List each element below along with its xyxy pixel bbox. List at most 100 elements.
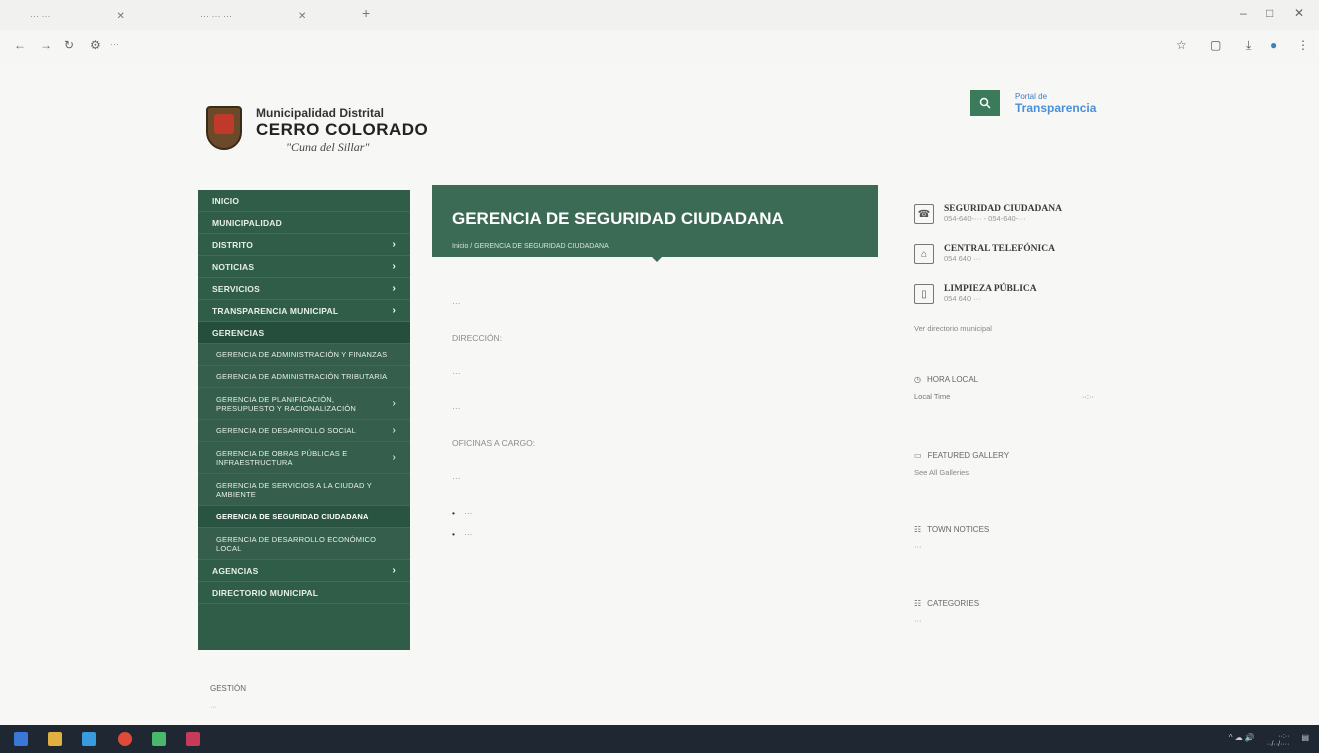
sidebar-item-municipalidad[interactable]: MUNICIPALIDAD — [198, 212, 410, 234]
breadcrumb[interactable]: Inicio / GERENCIA DE SEGURIDAD CIUDADANA — [452, 243, 609, 250]
close-tab-icon[interactable]: ✕ — [298, 11, 306, 22]
direccion-label: DIRECCIÓN: — [452, 333, 503, 343]
forward-icon[interactable]: → — [40, 38, 52, 52]
content-header: GERENCIA DE SEGURIDAD CIUDADANA Inicio /… — [432, 185, 878, 262]
oficinas-label: OFICINAS A CARGO: — [452, 438, 536, 448]
tray-icons[interactable]: ^ ☁ 🔊 — [1229, 733, 1255, 749]
sidebar-item-servicios[interactable]: SERVICIOS › — [198, 278, 410, 300]
logo-line2: CERRO COLORADO — [256, 119, 429, 139]
url-input[interactable]: ··· — [110, 39, 119, 49]
tab-label: ··· ··· ··· — [200, 11, 232, 21]
close-window-icon[interactable]: ✕ — [1294, 6, 1304, 20]
address-bar-row: ← → ↻ ⚙ ··· ☆ ▢ ⤓ ● ⋮ — [0, 30, 1319, 62]
clock[interactable]: ··:·· ··/··/···· — [1267, 733, 1290, 749]
categories-title: ☷ CATEGORIES — [914, 599, 980, 608]
sidebar-subitem[interactable]: GERENCIA DE SERVICIOS A LA CIUDAD Y AMBI… — [198, 474, 410, 506]
sidebar-subitem[interactable]: GERENCIA DE ADMINISTRACIÓN TRIBUTARIA — [198, 366, 410, 388]
chevron-right-icon: › — [392, 261, 396, 272]
directory-link[interactable]: Ver directorio municipal — [914, 324, 1144, 333]
file-explorer-icon[interactable] — [48, 732, 62, 746]
sidebar-item-distrito[interactable]: DISTRITO › — [198, 234, 410, 256]
description-paragraph: ··· — [452, 298, 461, 308]
os-taskbar: ^ ☁ 🔊 ··:·· ··/··/···· ▤ — [0, 725, 1319, 753]
sidebar-item-noticias[interactable]: NOTICIAS › — [198, 256, 410, 278]
horario-value: ··· — [452, 403, 461, 413]
local-time-row: Local Time ··:·· — [914, 392, 1094, 401]
logo-line3: "Cuna del Sillar" — [286, 139, 370, 154]
trash-icon: ▯ — [914, 284, 934, 304]
maximize-icon[interactable]: □ — [1266, 6, 1273, 20]
notification-icon[interactable]: ▤ — [1301, 733, 1309, 749]
transparency-small: Portal de — [1015, 92, 1048, 101]
building-icon: ⌂ — [914, 244, 934, 264]
search-icon — [979, 97, 991, 109]
start-icon[interactable] — [14, 732, 28, 746]
gallery-icon: ▭ — [914, 451, 922, 460]
gestion-title: GESTIÓN — [210, 684, 247, 693]
contact-limpieza[interactable]: ▯ LIMPIEZA PÚBLICA 054 640 ··· — [914, 284, 1144, 304]
sidebar-subitem[interactable]: GERENCIA DE PLANIFICACIÓN, PRESUPUESTO Y… — [198, 388, 410, 420]
phone-icon: ☎ — [914, 204, 934, 224]
menu-dots-icon[interactable]: ⋮ — [1297, 38, 1309, 52]
oficinas-sub: ··· — [452, 473, 461, 483]
sidebar-item-inicio[interactable]: INICIO — [198, 190, 410, 212]
sidebar-subitem[interactable]: GERENCIA DE ADMINISTRACIÓN Y FINANZAS — [198, 344, 410, 366]
gestion-sub: ··· — [210, 704, 217, 711]
town-notices-title: ☷ TOWN NOTICES — [914, 525, 990, 534]
web-page: Municipalidad Distrital CERRO COLORADO "… — [0, 62, 1319, 725]
header-pointer — [650, 255, 664, 262]
chrome-icon[interactable] — [118, 732, 132, 746]
reload-icon[interactable]: ↻ — [64, 38, 74, 52]
sidebar-subitem[interactable]: GERENCIA DE OBRAS PÚBLICAS E INFRAESTRUC… — [198, 442, 410, 474]
close-tab-icon[interactable]: ✕ — [116, 11, 124, 22]
sidebar-item-directorio[interactable]: DIRECTORIO MUNICIPAL — [198, 582, 410, 604]
sidebar-item-gerencias[interactable]: GERENCIAS — [198, 322, 410, 344]
categories-sub[interactable]: ··· — [914, 616, 1144, 625]
chevron-right-icon: › — [392, 565, 396, 576]
sidebar-item-transparencia[interactable]: TRANSPARENCIA MUNICIPAL › — [198, 300, 410, 322]
mail-icon[interactable] — [82, 732, 96, 746]
list-item: ··· — [452, 528, 852, 541]
see-galleries-link[interactable]: See All Galleries — [914, 468, 1144, 477]
transparency-portal-link[interactable]: Portal de Transparencia — [1015, 92, 1096, 115]
town-notices-sub[interactable]: ··· — [914, 542, 1144, 551]
sidebar-item-agencias[interactable]: AGENCIAS › — [198, 560, 410, 582]
profile-icon[interactable]: ● — [1270, 38, 1277, 52]
download-icon[interactable]: ⤓ — [1246, 38, 1251, 53]
site-logo[interactable]: Municipalidad Distrital CERRO COLORADO "… — [200, 100, 428, 160]
back-icon[interactable]: ← — [14, 38, 26, 52]
browser-tab-2[interactable]: ··· ··· ··· ✕ — [200, 6, 360, 26]
new-tab-button[interactable]: + — [362, 5, 370, 21]
browser-tab-1[interactable]: ··· ··· ✕ — [30, 6, 180, 26]
chevron-right-icon: › — [392, 305, 396, 316]
tab-label: ··· ··· — [30, 11, 51, 21]
hora-local-title: ◷ HORA LOCAL — [914, 375, 979, 384]
contact-central[interactable]: ⌂ CENTRAL TELEFÓNICA 054 640 ··· — [914, 244, 1144, 264]
bookmark-star-icon[interactable]: ☆ — [1176, 38, 1187, 52]
chevron-right-icon: › — [392, 239, 396, 250]
logo-line1: Municipalidad Distrital — [256, 105, 385, 120]
minimize-icon[interactable]: – — [1240, 6, 1247, 20]
extension-icon[interactable]: ▢ — [1210, 38, 1221, 52]
page-title: GERENCIA DE SEGURIDAD CIUDADANA — [452, 209, 784, 228]
app-icon-2[interactable] — [186, 732, 200, 746]
list-item: ··· — [452, 507, 852, 520]
system-tray: ^ ☁ 🔊 ··:·· ··/··/···· ▤ — [1229, 733, 1309, 749]
notice-icon: ☷ — [914, 525, 922, 534]
sidebar-subitem[interactable]: GERENCIA DE DESARROLLO SOCIAL › — [198, 420, 410, 442]
categories-icon: ☷ — [914, 599, 922, 608]
sidebar-menu: INICIO MUNICIPALIDAD DISTRITO › NOTICIAS ›… — [198, 190, 410, 650]
transparency-big: Transparencia — [1015, 101, 1097, 115]
chevron-right-icon: › — [392, 425, 396, 436]
sidebar-subitem-active[interactable]: GERENCIA DE SEGURIDAD CIUDADANA — [198, 506, 410, 528]
clock-icon: ◷ — [914, 375, 921, 384]
sidebar-subitem[interactable]: GERENCIA DE DESARROLLO ECONÓMICO LOCAL — [198, 528, 410, 560]
crest-icon — [200, 100, 248, 160]
direccion-value: ··· — [452, 368, 461, 378]
chevron-right-icon: › — [392, 398, 396, 409]
app-icon[interactable] — [152, 732, 166, 746]
search-button[interactable] — [970, 90, 1000, 116]
contact-seguridad[interactable]: ☎ SEGURIDAD CIUDADANA 054-640-··· - 054-6… — [914, 204, 1144, 224]
content-body: ··· DIRECCIÓN: ··· ··· OFICINAS A CARGO:… — [452, 297, 852, 549]
site-info-icon[interactable]: ⚙ — [90, 38, 101, 52]
